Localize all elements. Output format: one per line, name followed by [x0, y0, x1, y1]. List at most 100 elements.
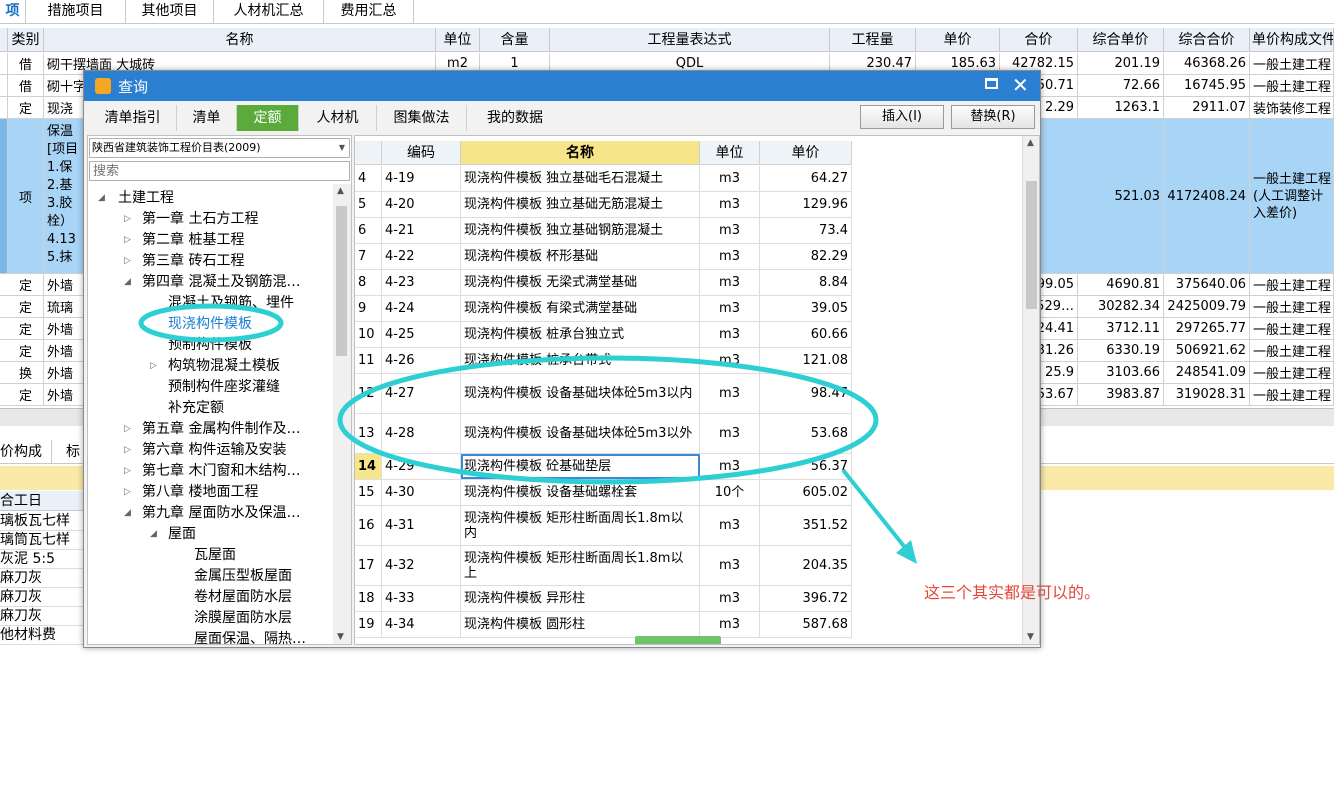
list-cell-name: 现浇构件模板 矩形柱断面周长1.8m以上 — [461, 546, 700, 585]
list-row[interactable]: 9 4-24 现浇构件模板 有梁式满堂基础 m3 39.05 — [355, 296, 852, 322]
grid-header-unit[interactable]: 单位 — [436, 28, 480, 52]
list-row[interactable]: 5 4-20 现浇构件模板 独立基础无筋混凝土 m3 129.96 — [355, 192, 852, 218]
list-item[interactable]: 麻刀灰 — [0, 607, 90, 626]
grid-header-category[interactable]: 类别 — [8, 28, 44, 52]
list-item[interactable]: 他材料费 — [0, 626, 90, 645]
tab-labor-material[interactable]: 人材机 — [299, 105, 377, 131]
tree-scrollbar[interactable]: ▲ ▼ — [333, 184, 351, 644]
scroll-up-icon[interactable]: ▲ — [1027, 138, 1034, 148]
list-row[interactable]: 11 4-26 现浇构件模板 桩承台带式 m3 121.08 — [355, 348, 852, 374]
list-cell-unit: m3 — [700, 192, 760, 217]
tree-node-ch1[interactable]: ▷ 第一章 土石方工程 — [124, 209, 258, 230]
list-item[interactable]: 麻刀灰 — [0, 588, 90, 607]
list-cell-code: 4-24 — [382, 296, 461, 321]
tree-node-civil[interactable]: ◢ 土建工程 — [98, 188, 174, 209]
catalog-select[interactable]: 陕西省建筑装饰工程价目表(2009) ▼ — [89, 138, 350, 158]
list-item[interactable]: 璃板瓦七样 — [0, 512, 90, 531]
replace-button[interactable]: 替换(R) — [951, 105, 1035, 129]
tree-node-grouting[interactable]: 预制构件座浆灌缝 — [168, 377, 280, 398]
list-item[interactable]: 灰泥 5:5 — [0, 550, 90, 569]
grid-header-price-file[interactable]: 单价构成文件 — [1250, 28, 1334, 52]
tab-bill[interactable]: 清单 — [177, 105, 237, 131]
tree-node-ch5[interactable]: ▷ 第五章 金属构件制作及… — [124, 419, 300, 440]
list-row[interactable]: 13 4-28 现浇构件模板 设备基础块体砼5m3以外 m3 53.68 — [355, 414, 852, 454]
list-header-price[interactable]: 单价 — [760, 141, 852, 165]
list-row[interactable]: 15 4-30 现浇构件模板 设备基础螺栓套 10个 605.02 — [355, 480, 852, 506]
tab-items[interactable]: 项 — [0, 0, 26, 24]
list-cell-code: 4-30 — [382, 480, 461, 505]
tree-node-metal-roof[interactable]: 金属压型板屋面 — [194, 566, 292, 587]
list-item[interactable]: 麻刀灰 — [0, 569, 90, 588]
tree-node-cast-formwork[interactable]: 现浇构件模板 — [168, 314, 252, 335]
tree-node-precast-formwork[interactable]: 预制构件模板 — [168, 335, 252, 356]
list-row[interactable]: 10 4-25 现浇构件模板 桩承台独立式 m3 60.66 — [355, 322, 852, 348]
list-row[interactable]: 17 4-32 现浇构件模板 矩形柱断面周长1.8m以上 m3 204.35 — [355, 546, 852, 586]
list-cell-no: 19 — [355, 612, 382, 637]
list-row[interactable]: 6 4-21 现浇构件模板 独立基础钢筋混凝土 m3 73.4 — [355, 218, 852, 244]
tab-bill-guide[interactable]: 清单指引 — [89, 105, 177, 131]
tab-labor-material-summary[interactable]: 人材机汇总 — [214, 0, 324, 24]
tab-price-composition[interactable]: 价构成 — [0, 440, 52, 464]
grid-header-expression[interactable]: 工程量表达式 — [550, 28, 830, 52]
list-row[interactable]: 16 4-31 现浇构件模板 矩形柱断面周长1.8m以内 m3 351.52 — [355, 506, 852, 546]
list-cell-unit: m3 — [700, 414, 760, 453]
tab-cost-summary[interactable]: 费用汇总 — [324, 0, 414, 24]
maximize-icon[interactable] — [985, 78, 998, 89]
scroll-down-icon[interactable]: ▼ — [337, 632, 344, 642]
tree-node-coating-roof[interactable]: 涂膜屋面防水层 — [194, 608, 292, 629]
list-header-name[interactable]: 名称 — [461, 141, 700, 165]
list-row[interactable]: 4 4-19 现浇构件模板 独立基础毛石混凝土 m3 64.27 — [355, 166, 852, 192]
list-row[interactable]: 14 4-29 现浇构件模板 砼基础垫层 m3 56.37 — [355, 454, 852, 480]
list-item[interactable]: 璃筒瓦七样 — [0, 531, 90, 550]
tree-node-ch2[interactable]: ▷ 第二章 桩基工程 — [124, 230, 244, 251]
grid-header-composite-unit-price[interactable]: 综合单价 — [1078, 28, 1164, 52]
tree-scroll-thumb[interactable] — [336, 206, 347, 356]
tree-node-ch7[interactable]: ▷ 第七章 木门窗和木结构… — [124, 461, 300, 482]
list-scrollbar[interactable]: ▲ ▼ — [1022, 136, 1039, 644]
tree-node-ch4[interactable]: ◢ 第四章 混凝土及钢筋混… — [124, 272, 300, 293]
tree-node-supplement[interactable]: 补充定额 — [168, 398, 224, 419]
list-cell-name: 现浇构件模板 砼基础垫层 — [461, 454, 700, 479]
tree-node-ch3[interactable]: ▷ 第三章 砖石工程 — [124, 251, 244, 272]
tab-quota[interactable]: 定额 — [237, 105, 299, 131]
list-cell-code: 4-23 — [382, 270, 461, 295]
list-cell-name: 现浇构件模板 有梁式满堂基础 — [461, 296, 700, 321]
tree-node-membrane-roof[interactable]: 卷材屋面防水层 — [194, 587, 292, 608]
insert-button[interactable]: 插入(I) — [860, 105, 944, 129]
search-input[interactable] — [89, 161, 350, 181]
tree-node-concrete-rebar[interactable]: 混凝土及钢筋、埋件 — [168, 293, 294, 314]
splitter-handle[interactable] — [635, 636, 721, 644]
grid-header-total[interactable]: 合价 — [1000, 28, 1078, 52]
list-header-unit[interactable]: 单位 — [700, 141, 760, 165]
tree-node-tile-roof[interactable]: 瓦屋面 — [194, 545, 236, 566]
tab-my-data[interactable]: 我的数据 — [467, 105, 563, 131]
list-row[interactable]: 12 4-27 现浇构件模板 设备基础块体砼5m3以内 m3 98.47 — [355, 374, 852, 414]
close-icon[interactable]: ✕ — [1012, 73, 1029, 97]
grid-header-content[interactable]: 含量 — [480, 28, 550, 52]
tree-node-roof-insulation[interactable]: 屋面保温、隔热… — [194, 629, 306, 644]
tree-node-ch9[interactable]: ◢ 第九章 屋面防水及保温… — [124, 503, 300, 524]
list-cell-price: 396.72 — [760, 586, 852, 611]
list-row[interactable]: 8 4-23 现浇构件模板 无梁式满堂基础 m3 8.84 — [355, 270, 852, 296]
grid-header-quantity[interactable]: 工程量 — [830, 28, 916, 52]
tab-atlas-method[interactable]: 图集做法 — [377, 105, 467, 131]
grid-header-name[interactable]: 名称 — [44, 28, 436, 52]
list-row[interactable]: 7 4-22 现浇构件模板 杯形基础 m3 82.29 — [355, 244, 852, 270]
tree-node-ch6[interactable]: ▷ 第六章 构件运输及安装 — [124, 440, 286, 461]
tree-node-roof[interactable]: ◢ 屋面 — [150, 524, 196, 545]
tree-node-ch8[interactable]: ▷ 第八章 楼地面工程 — [124, 482, 258, 503]
list-scroll-thumb[interactable] — [1026, 181, 1037, 309]
list-header-code[interactable]: 编码 — [382, 141, 461, 165]
tab-measures[interactable]: 措施项目 — [26, 0, 126, 24]
grid-header-composite-total[interactable]: 综合合价 — [1164, 28, 1250, 52]
scroll-up-icon[interactable]: ▲ — [337, 186, 344, 196]
scroll-down-icon[interactable]: ▼ — [1027, 632, 1034, 642]
dialog-title-bar[interactable]: 查询 ✕ — [84, 71, 1040, 101]
row-category: 定 — [8, 296, 44, 317]
list-row[interactable]: 18 4-33 现浇构件模板 异形柱 m3 396.72 — [355, 586, 852, 612]
tab-other-items[interactable]: 其他项目 — [126, 0, 214, 24]
tree-node-structure-formwork[interactable]: ▷ 构筑物混凝土模板 — [150, 356, 280, 377]
grid-header-unit-price[interactable]: 单价 — [916, 28, 1000, 52]
list-row[interactable]: 19 4-34 现浇构件模板 圆形柱 m3 587.68 — [355, 612, 852, 638]
list-cell-name: 现浇构件模板 矩形柱断面周长1.8m以内 — [461, 506, 700, 545]
